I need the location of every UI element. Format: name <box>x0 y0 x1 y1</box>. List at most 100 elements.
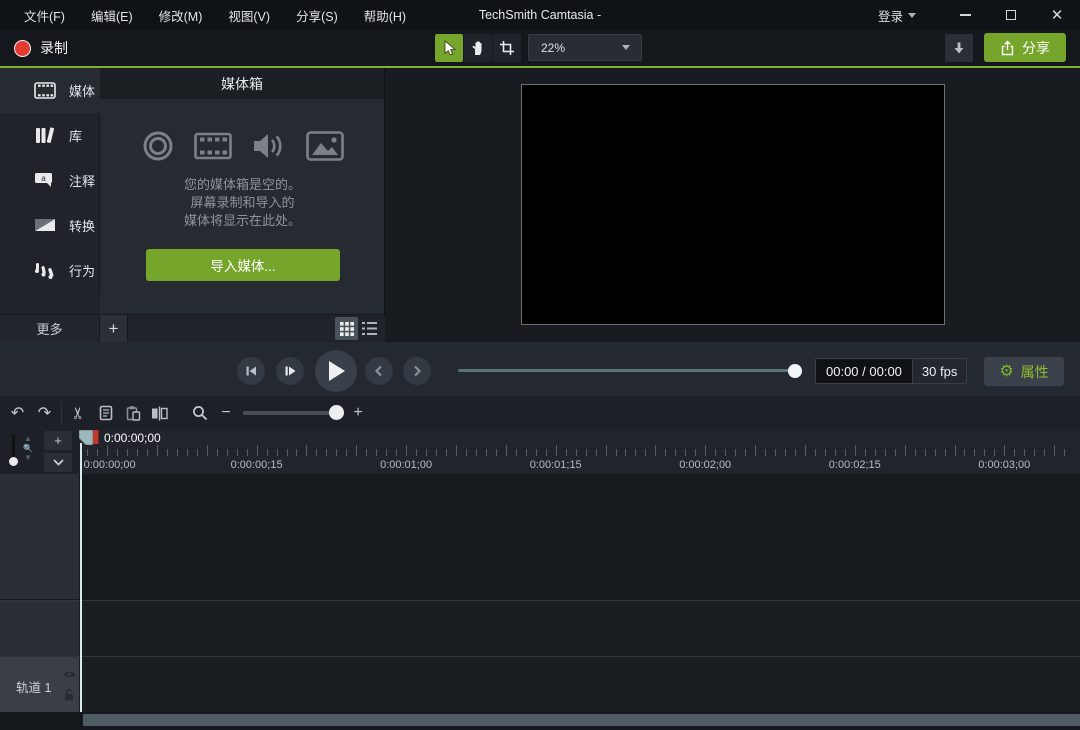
next-clip-button[interactable] <box>403 357 431 385</box>
minimize-button[interactable] <box>942 0 988 30</box>
seek-slider-track[interactable] <box>458 369 800 372</box>
timeline-zoom-slider[interactable] <box>243 411 341 415</box>
playhead-out-handle[interactable] <box>93 430 99 444</box>
chevron-down-icon <box>908 13 916 18</box>
ruler-tick <box>416 449 417 456</box>
grid-view-button[interactable] <box>335 317 358 340</box>
ruler-tick <box>775 449 776 456</box>
step-backward-button[interactable] <box>237 357 265 385</box>
track-height-thumb[interactable] <box>9 457 18 466</box>
copy-button[interactable] <box>92 400 119 426</box>
properties-button[interactable]: ⚙ 属性 <box>984 357 1064 386</box>
step-forward-button[interactable] <box>276 357 304 385</box>
image-icon <box>306 131 344 161</box>
share-button[interactable]: 分享 <box>984 33 1066 62</box>
ruler-tick <box>755 445 756 456</box>
ruler-tick <box>426 449 427 456</box>
track-row-1[interactable]: 轨道 1 <box>0 656 1080 712</box>
zoom-in-button[interactable]: + <box>345 404 371 422</box>
maximize-icon <box>1006 10 1016 20</box>
track-visibility-icon[interactable] <box>63 670 76 679</box>
undo-button[interactable]: ↶ <box>4 400 31 426</box>
fps-display[interactable]: 30 fps <box>912 359 966 383</box>
time-display: 00:00 / 00:00 30 fps <box>815 358 967 384</box>
ruler-tick <box>635 449 636 456</box>
sidebar-item-library[interactable]: 库 <box>0 113 100 158</box>
ruler-tick <box>336 449 337 456</box>
select-tool-button[interactable] <box>435 34 463 62</box>
split-button[interactable] <box>146 400 173 426</box>
crop-tool-button[interactable] <box>493 34 521 62</box>
menu-item-1[interactable]: 编辑(E) <box>91 6 133 25</box>
ruler-tick <box>745 449 746 456</box>
add-track-button[interactable]: + <box>44 431 72 450</box>
timeline-left-controls: ▲🔍▼ + <box>0 430 79 474</box>
menu-item-4[interactable]: 分享(S) <box>296 6 338 25</box>
record-button[interactable]: 录制 <box>8 34 74 62</box>
timeline-ruler[interactable]: ▲🔍▼ + 0:00:00;00 0:00:00;000:00:00;150:0… <box>0 430 1080 474</box>
zoom-out-button[interactable]: − <box>213 404 239 422</box>
ruler-tick <box>945 449 946 456</box>
ruler-tick <box>147 449 148 456</box>
track-options-button[interactable] <box>44 453 72 472</box>
minimize-icon <box>960 14 971 16</box>
timeline-zoom-button[interactable] <box>186 400 213 426</box>
menu-bar: 文件(F) 编辑(E) 修改(M) 视图(V) 分享(S) 帮助(H) <box>0 6 406 25</box>
menu-item-3[interactable]: 视图(V) <box>228 6 270 25</box>
ruler-label: 0:00:02;15 <box>829 459 881 471</box>
ruler-tick <box>386 449 387 456</box>
timeline-body[interactable]: 轨道 1 <box>0 474 1080 730</box>
previous-clip-button[interactable] <box>365 357 393 385</box>
paste-button[interactable] <box>119 400 146 426</box>
video-icon <box>194 131 232 161</box>
sidebar-more-button[interactable]: 更多 <box>0 314 100 342</box>
preview-canvas[interactable] <box>521 84 945 325</box>
close-button[interactable]: ✕ <box>1034 0 1080 30</box>
annotation-icon: a <box>34 172 56 189</box>
redo-button[interactable]: ↷ <box>31 400 58 426</box>
canvas-zoom-dropdown[interactable]: 22% <box>528 34 642 61</box>
sidebar-item-annotations[interactable]: a 注释 <box>0 158 100 203</box>
sidebar-item-label: 转换 <box>69 216 95 235</box>
timeline-hscrollbar[interactable] <box>83 714 1080 726</box>
menu-item-0[interactable]: 文件(F) <box>24 6 65 25</box>
ruler-tick <box>506 445 507 456</box>
play-button[interactable] <box>315 350 357 392</box>
track-lock-icon[interactable] <box>64 688 75 701</box>
import-media-button[interactable]: 导入媒体... <box>146 249 340 281</box>
maximize-button[interactable] <box>988 0 1034 30</box>
ruler-tick <box>1064 449 1065 456</box>
sidebar-item-behaviors[interactable]: 行为 <box>0 248 100 293</box>
chevron-left-icon <box>373 365 385 377</box>
playhead-line[interactable] <box>80 443 82 712</box>
download-button[interactable] <box>945 34 973 62</box>
empty-track-row[interactable] <box>0 600 1080 655</box>
track-height-zoom-icon[interactable]: ▲🔍▼ <box>22 434 34 468</box>
ruler-tick <box>187 449 188 456</box>
sidebar-item-transitions[interactable]: 转换 <box>0 203 100 248</box>
ruler-label: 0:00:00;15 <box>231 459 283 471</box>
cut-button[interactable]: ✂ <box>65 400 92 426</box>
pan-tool-button[interactable] <box>464 34 492 62</box>
list-view-button[interactable] <box>358 317 381 340</box>
ruler-tick <box>456 445 457 456</box>
gear-icon: ⚙ <box>999 364 1013 380</box>
menu-item-2[interactable]: 修改(M) <box>159 6 203 25</box>
sidebar-item-media[interactable]: 媒体 <box>0 68 100 113</box>
ruler-tick <box>227 449 228 456</box>
title-bar: 文件(F)编辑(E)修改(M)视图(V)分享(S)帮助(H) TechSmith… <box>0 0 1080 30</box>
add-media-button[interactable]: + <box>100 315 128 342</box>
track-1-header[interactable]: 轨道 1 <box>0 657 79 713</box>
seek-slider-thumb[interactable] <box>788 364 802 378</box>
timeline-zoom-thumb[interactable] <box>329 405 344 420</box>
ruler-tick <box>875 449 876 456</box>
transition-icon <box>34 217 56 234</box>
ruler-tick <box>556 445 557 456</box>
ruler-tick <box>1044 449 1045 456</box>
menu-item-5[interactable]: 帮助(H) <box>364 6 406 25</box>
ruler-tick <box>87 449 88 456</box>
login-menu[interactable]: 登录 <box>878 6 916 25</box>
ruler-scale[interactable]: 0:00:00;00 0:00:00;000:00:00;150:00:01;0… <box>80 430 1080 474</box>
ruler-tick <box>366 449 367 456</box>
ruler-tick <box>974 449 975 456</box>
